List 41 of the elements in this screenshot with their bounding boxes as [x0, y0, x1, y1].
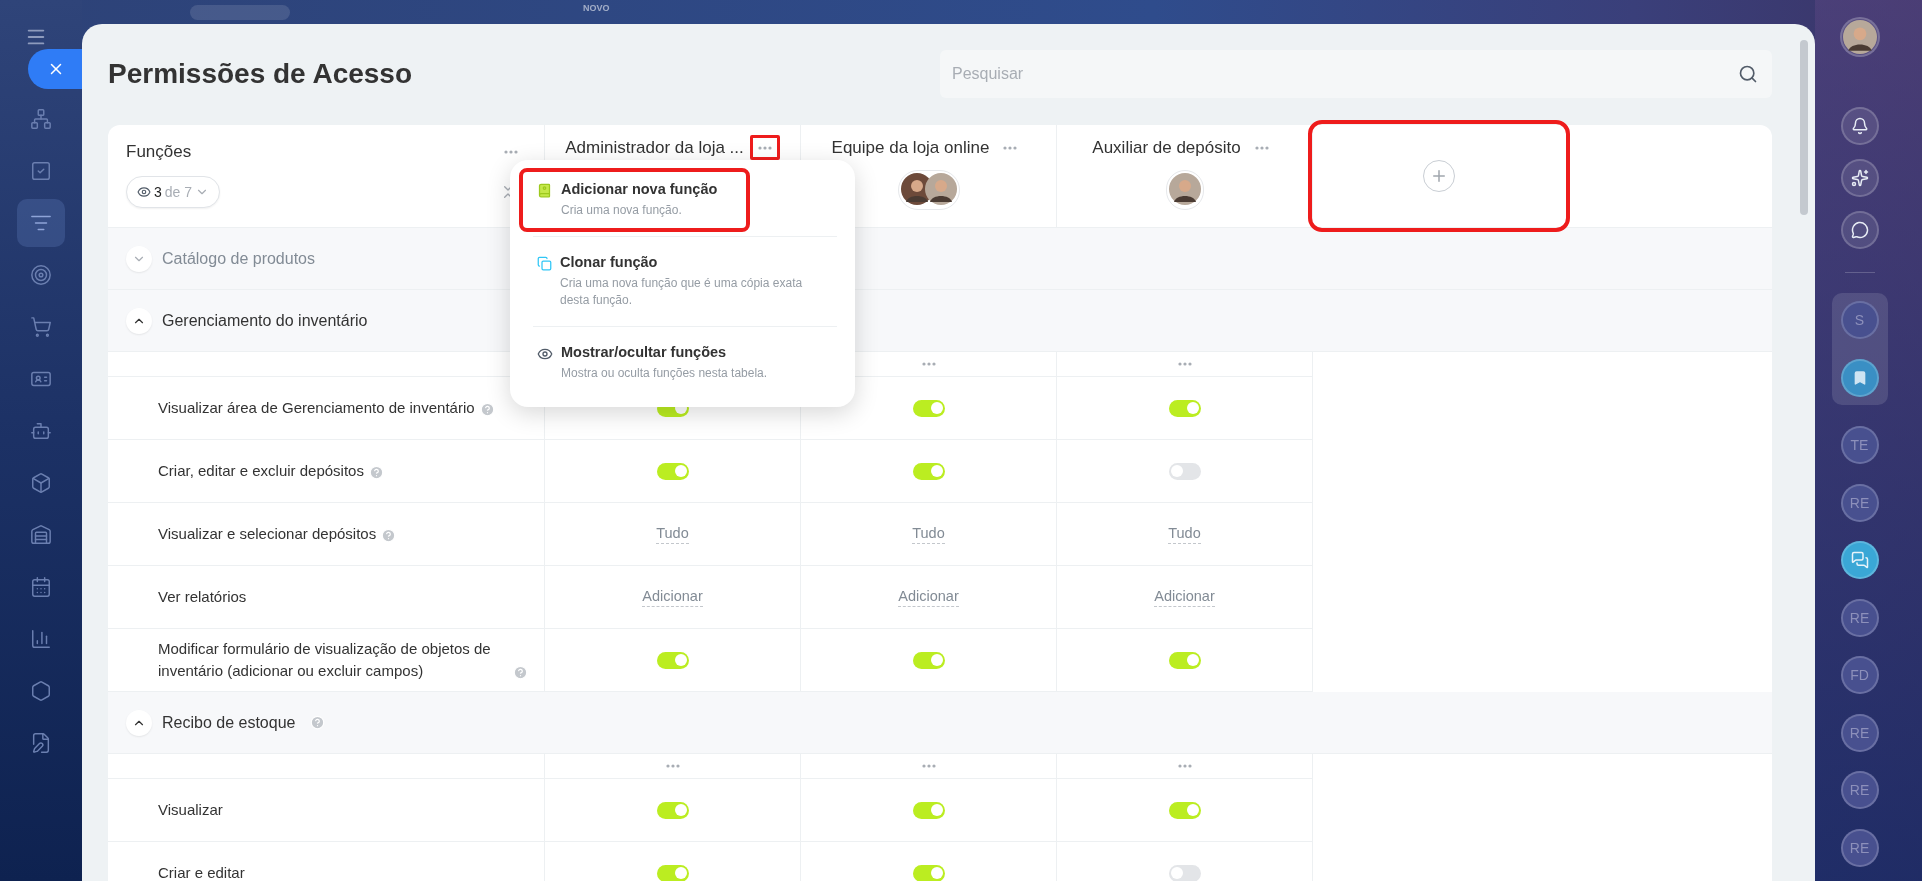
permission-label: Visualizar e selecionar depósitos	[158, 524, 377, 544]
menu-item[interactable]: Mostrar/ocultar funções Mostra ou oculta funções nesta tabela.	[519, 331, 837, 395]
column-title: Funções	[126, 141, 192, 162]
contact-avatar[interactable]: TE	[1840, 426, 1879, 464]
section-title: Catálogo de produtos	[162, 249, 315, 268]
permission-label: Ver relatórios	[158, 587, 247, 607]
menu-item[interactable]: Adicionar nova função Cria uma nova função.	[519, 168, 750, 232]
role-filter-button[interactable]: 3 de 7	[126, 176, 221, 208]
menu-item-description: Mostra ou oculta funções nesta tabela.	[561, 365, 768, 382]
role-name: Equipe da loja online	[831, 137, 990, 158]
menu-item-title: Mostrar/ocultar funções	[561, 344, 728, 360]
menu-item[interactable]: Clonar função Cria uma nova função que é uma cópia exata desta função.	[519, 241, 837, 322]
permission-label: Criar, editar e excluir depósitos	[158, 461, 364, 481]
value-link[interactable]: Tudo	[912, 524, 945, 544]
menu-item-title: Adicionar nova função	[561, 181, 718, 197]
contact-avatar[interactable]: S	[1840, 301, 1879, 339]
menu-item-description: Cria uma nova função que é uma cópia exata desta função.	[560, 275, 804, 309]
role-name: Administrador da loja ...	[565, 137, 744, 158]
section-title: Gerenciamento do inventário	[162, 311, 368, 330]
contact-avatar[interactable]: FD	[1840, 656, 1879, 694]
permission-label: Visualizar área de Gerenciamento de inventário	[158, 398, 475, 418]
section-title: Recibo de estoque	[162, 713, 296, 732]
contact-avatar[interactable]: RE	[1840, 483, 1879, 522]
contact-avatar[interactable]: RE	[1840, 598, 1879, 637]
menu-item-title: Clonar função	[560, 254, 659, 270]
new-label: NOVO	[583, 3, 610, 13]
contact-avatar[interactable]: RE	[1840, 771, 1879, 809]
value-link[interactable]: Tudo	[1168, 524, 1201, 544]
search-field[interactable]: Pesquisar	[940, 50, 1772, 98]
value-link[interactable]: Tudo	[656, 524, 689, 544]
menu-item-description: Cria uma nova função.	[561, 202, 683, 219]
page-title: Permissões de Acesso	[108, 58, 413, 90]
permission-label: Modificar formulário de visualização de objetos de inventário (adicionar ou excluir campos)	[158, 639, 492, 681]
contact-avatar[interactable]: RE	[1840, 828, 1879, 867]
value-link[interactable]: Adicionar	[898, 587, 959, 607]
permission-label: Criar e editar	[158, 863, 245, 881]
role-name: Auxiliar de depósito	[1092, 137, 1241, 158]
contact-avatar[interactable]: RE	[1840, 713, 1879, 752]
permission-label: Visualizar	[158, 800, 223, 820]
value-link[interactable]: Adicionar	[642, 587, 703, 607]
value-link[interactable]: Adicionar	[1154, 587, 1215, 607]
